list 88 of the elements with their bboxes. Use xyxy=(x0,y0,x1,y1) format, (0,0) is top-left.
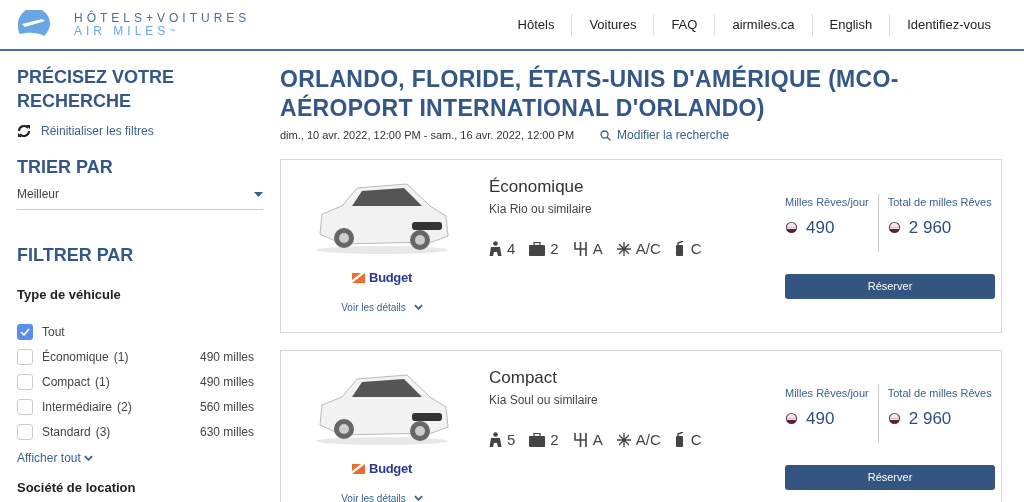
car-category: Économique xyxy=(489,176,585,198)
checkbox[interactable] xyxy=(17,348,33,365)
filter-option-count: (1) xyxy=(95,373,110,391)
filter-option-label: Compact xyxy=(42,373,91,391)
sort-title: TRIER PAR xyxy=(17,156,114,179)
caret-icon xyxy=(254,191,263,197)
feature-value: A xyxy=(592,238,603,259)
miles-per-day-label: Milles Rêves/jour xyxy=(785,195,869,210)
gear-shift-icon xyxy=(572,432,588,448)
search-dates: dim., 10 avr. 2022, 12:00 PM - sam., 16 avr. 2022, 12:00 PM xyxy=(280,127,575,143)
total-miles-value: 2 960 xyxy=(908,407,952,430)
person-icon xyxy=(489,432,502,448)
rental-company-name: Budget xyxy=(369,460,412,478)
feature-value: 5 xyxy=(507,429,516,450)
miles-coin-icon xyxy=(785,220,798,234)
nav-link[interactable]: Voitures xyxy=(572,14,654,35)
brand-logo-icon xyxy=(352,272,366,283)
chevron-down-icon xyxy=(413,495,423,501)
reset-filters-link[interactable]: Réinitialiser les filtres xyxy=(17,122,154,140)
filter-title: FILTRER PAR xyxy=(17,244,135,267)
nav-link[interactable]: Hôtels xyxy=(500,14,572,35)
person-icon xyxy=(489,241,502,257)
filter-option-miles: 490 milles xyxy=(199,348,254,366)
feature-value: 2 xyxy=(550,429,559,450)
filter-option-count: (2) xyxy=(117,398,132,416)
filter-option-label: Standard xyxy=(42,423,91,441)
filter-group-title: Société de location xyxy=(17,478,137,497)
feature-value: A/C xyxy=(635,238,661,259)
car-category: Compact xyxy=(489,367,559,389)
filter-option-miles: 630 milles xyxy=(199,423,254,441)
filter-option-label: Intermédiaire xyxy=(42,398,113,416)
total-miles-value: 2 960 xyxy=(908,216,952,239)
modify-search-link[interactable]: Modifier la recherche xyxy=(600,126,730,144)
filter-option-count: (3) xyxy=(95,423,111,441)
sort-dropdown[interactable]: Meilleur xyxy=(17,185,263,210)
brand-logo-icon xyxy=(352,463,366,474)
feature-value: C xyxy=(690,238,702,259)
sidebar-title: PRÉCISEZ VOTRE RECHERCHE xyxy=(17,65,176,113)
checkbox[interactable] xyxy=(17,323,33,340)
filter-option-count: (1) xyxy=(113,348,129,366)
miles-coin-icon xyxy=(785,411,798,425)
fuel-pump-icon xyxy=(674,432,686,448)
miles-per-day-value: 490 xyxy=(806,216,835,239)
total-miles-label: Total de milles Rêves xyxy=(887,195,992,210)
details-link[interactable]: Voir les détails xyxy=(341,299,423,315)
miles-coin-icon xyxy=(887,220,901,234)
feature-value: 2 xyxy=(550,238,559,259)
miles-per-day-value: 490 xyxy=(806,407,835,430)
gear-shift-icon xyxy=(572,241,588,257)
nav-link[interactable]: English xyxy=(812,14,890,35)
book-button[interactable]: Réserver xyxy=(785,274,995,299)
car-model: Kia Soul ou similaire xyxy=(489,391,599,409)
suitcase-icon xyxy=(529,432,546,447)
miles-coin-icon xyxy=(887,411,901,425)
logo-title: HÔTELS+VOITURES xyxy=(74,11,251,25)
details-link[interactable]: Voir les détails xyxy=(341,490,423,502)
fuel-pump-icon xyxy=(674,241,686,257)
filter-group-title: Type de véhicule xyxy=(17,286,122,304)
check-icon xyxy=(20,327,30,336)
miles-per-day-label: Milles Rêves/jour xyxy=(785,386,869,401)
chevron-down-icon xyxy=(413,304,423,310)
nav-link[interactable]: Identifiez-vous xyxy=(890,14,1008,35)
snowflake-icon xyxy=(616,432,631,447)
rental-company-name: Budget xyxy=(369,269,412,287)
suitcase-icon xyxy=(529,241,546,256)
filter-option-label: Tout xyxy=(42,323,65,341)
feature-value: 4 xyxy=(507,238,516,259)
feature-value: A/C xyxy=(635,429,661,450)
feature-value: A xyxy=(592,429,603,450)
feature-value: C xyxy=(690,429,702,450)
nav-link[interactable]: airmiles.ca xyxy=(715,14,812,35)
total-miles-label: Total de milles Rêves xyxy=(887,386,992,401)
filter-option-miles: 560 milles xyxy=(199,398,254,416)
checkbox[interactable] xyxy=(17,398,33,415)
logo-subtitle: AIR MILES xyxy=(74,24,170,38)
book-button[interactable]: Réserver xyxy=(785,465,995,490)
refresh-icon xyxy=(17,125,31,137)
checkbox[interactable] xyxy=(17,373,33,390)
filter-option-miles: 490 milles xyxy=(199,373,254,391)
chevron-down-icon xyxy=(83,454,93,461)
car-model: Kia Rio ou similaire xyxy=(489,200,593,218)
filter-option-label: Économique xyxy=(42,348,109,366)
snowflake-icon xyxy=(616,241,631,256)
checkbox[interactable] xyxy=(17,423,33,440)
results-title: ORLANDO, FLORIDE, ÉTATS-UNIS D'AMÉRIQUE (MCO-AÉROPORT INTERNATIONAL D'ORLANDO) xyxy=(280,65,900,123)
search-icon xyxy=(600,129,612,141)
nav-link[interactable]: FAQ xyxy=(654,14,715,35)
show-all-link[interactable]: Afficher tout xyxy=(17,448,93,467)
